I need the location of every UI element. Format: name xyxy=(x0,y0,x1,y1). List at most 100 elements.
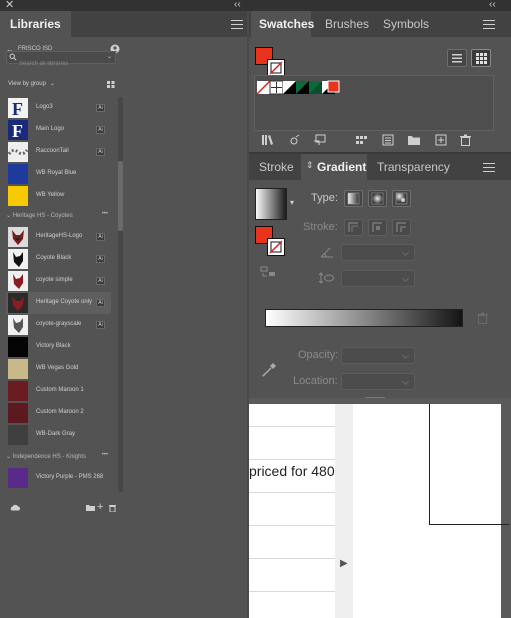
ai-badge: Ai xyxy=(96,233,105,241)
angle-icon xyxy=(320,246,334,258)
tab-stepper-icon: ⇕ xyxy=(306,160,314,170)
type-label: Type: xyxy=(311,192,338,204)
radial-gradient-button[interactable] xyxy=(368,190,387,207)
list-item[interactable]: coyote-grayscale Ai xyxy=(6,314,111,336)
stroke-label: Stroke: xyxy=(303,221,338,233)
stroke-gradient-across-button[interactable] xyxy=(392,219,411,236)
gradient-tab-bar: Stroke ⇕ Gradient Transparency xyxy=(249,154,511,180)
list-item[interactable]: F Logo3 Ai xyxy=(6,97,111,119)
angle-dropdown[interactable] xyxy=(341,244,415,261)
stroke-swatch[interactable] xyxy=(267,238,285,256)
stroke-gradient-within-button[interactable] xyxy=(344,219,363,236)
gradient-preset-chevron-icon[interactable]: ▾ xyxy=(290,198,294,207)
list-item[interactable]: Custom Maroon 1 xyxy=(6,380,111,402)
expand-arrow-icon[interactable]: ▶ xyxy=(340,558,348,569)
list-item[interactable]: WB Royal Blue xyxy=(6,163,111,185)
list-item-selected[interactable]: Heritage Coyote only Ai xyxy=(6,292,111,314)
frame-rectangle xyxy=(429,404,509,525)
group-header-independence[interactable]: ⌄ Independence HS - Knights ••• xyxy=(6,452,111,463)
collapse-left-panel-icon[interactable]: ‹‹ xyxy=(234,0,241,10)
list-item[interactable]: HeritageHS-Logo Ai xyxy=(6,226,111,248)
gradient-fill-stroke-indicator[interactable] xyxy=(255,226,287,256)
libraries-tab-bar: Libraries xyxy=(0,11,247,37)
view-by-chevron-icon: ⌄ xyxy=(50,81,56,87)
linear-gradient-button[interactable] xyxy=(344,190,363,207)
document-canvas[interactable]: priced for 480 ▶ xyxy=(249,398,511,618)
delete-stop-icon xyxy=(477,312,488,324)
list-item[interactable]: WB Yellow xyxy=(6,185,111,207)
artboard-left: priced for 480 xyxy=(249,404,335,618)
search-dropdown-chevron-icon[interactable]: ⌄ xyxy=(107,53,112,60)
view-by-group-control[interactable]: View by group ⌄ xyxy=(6,81,118,91)
list-item[interactable]: RaccoonTail Ai xyxy=(6,141,111,163)
delete-swatch-icon[interactable] xyxy=(460,134,471,146)
color-swatch xyxy=(8,468,28,488)
library-search-box[interactable]: ⌄ xyxy=(6,51,116,70)
swatches-menu-icon[interactable] xyxy=(483,20,495,29)
stroke-gradient-along-button[interactable] xyxy=(368,219,387,236)
list-item[interactable]: WB Vegas Gold xyxy=(6,358,111,380)
show-swatch-kinds-icon[interactable] xyxy=(289,134,301,146)
new-swatch-icon[interactable] xyxy=(435,134,447,146)
cloud-sync-icon[interactable] xyxy=(10,504,20,511)
new-group-folder-icon[interactable] xyxy=(86,504,95,511)
aspect-ratio-dropdown[interactable] xyxy=(341,270,415,287)
tab-transparency[interactable]: Transparency xyxy=(373,154,463,180)
new-folder-icon[interactable] xyxy=(407,134,421,146)
artboard-right xyxy=(353,404,509,618)
color-swatch xyxy=(8,164,28,184)
collapse-right-panel-icon[interactable]: ‹‹ xyxy=(489,0,496,10)
asset-label: Victory Purple - PMS 268 xyxy=(36,474,104,480)
f-logo-icon: F xyxy=(8,120,28,140)
add-asset-icon[interactable]: + xyxy=(97,501,103,513)
gradient-slider[interactable] xyxy=(265,309,463,327)
new-color-group-icon[interactable] xyxy=(355,134,369,146)
list-item[interactable]: Coyote Black Ai xyxy=(6,248,111,270)
group-more-icon[interactable]: ••• xyxy=(102,211,108,217)
asset-label: WB Vegas Gold xyxy=(36,365,79,371)
list-item[interactable]: F Main Logo Ai xyxy=(6,119,111,141)
tab-gradient[interactable]: ⇕ Gradient xyxy=(301,154,367,180)
list-item[interactable]: coyote simple Ai xyxy=(6,270,111,292)
location-dropdown[interactable] xyxy=(341,373,415,390)
asset-label: HeritageHS-Logo xyxy=(36,233,83,239)
libraries-menu-icon[interactable] xyxy=(231,20,243,29)
tab-symbols[interactable]: Symbols xyxy=(377,11,437,37)
coyote-black-icon xyxy=(8,249,28,269)
ai-badge: Ai xyxy=(96,255,105,263)
swatch-grid xyxy=(254,75,494,131)
freeform-gradient-button[interactable] xyxy=(392,190,411,207)
group-more-icon[interactable]: ••• xyxy=(102,452,108,458)
tab-swatches[interactable]: Swatches xyxy=(251,11,314,37)
asset-label: Heritage Coyote only xyxy=(36,299,93,305)
tab-libraries[interactable]: Libraries xyxy=(0,11,71,37)
library-scrollbar-thumb[interactable] xyxy=(118,161,123,231)
ai-badge: Ai xyxy=(96,299,105,307)
color-group-options-icon[interactable] xyxy=(382,134,394,146)
tab-stroke[interactable]: Stroke xyxy=(251,154,299,180)
close-icon[interactable]: ✕ xyxy=(5,0,14,11)
list-item[interactable]: Victory Black xyxy=(6,336,111,358)
opacity-dropdown[interactable] xyxy=(341,347,415,364)
group-header-heritage[interactable]: ⌄ Heritage HS - Coyotes ••• xyxy=(6,211,111,222)
swatch-libraries-menu-icon[interactable] xyxy=(261,134,275,146)
list-item[interactable]: Custom Maroon 2 xyxy=(6,402,111,424)
asset-label: coyote simple xyxy=(36,277,73,283)
library-scrollbar[interactable] xyxy=(118,97,123,492)
gradient-menu-icon[interactable] xyxy=(483,163,495,172)
swatch-options-icon[interactable] xyxy=(313,134,327,146)
group-chevron-icon: ⌄ xyxy=(6,454,12,460)
fill-stroke-indicator[interactable] xyxy=(255,47,285,77)
list-item[interactable]: Victory Purple - PMS 268 xyxy=(6,467,111,489)
grid-view-button[interactable] xyxy=(471,49,491,67)
eyedropper-icon[interactable] xyxy=(261,360,279,378)
gradient-preview-thumbnail[interactable] xyxy=(255,188,287,220)
trash-icon[interactable] xyxy=(109,504,116,512)
search-input[interactable] xyxy=(7,58,93,70)
list-view-button[interactable] xyxy=(447,49,467,67)
library-bottom-toolbar: + xyxy=(0,500,247,518)
grid-view-icon[interactable] xyxy=(107,81,115,88)
color-swatch xyxy=(8,425,28,445)
list-item[interactable]: WB-Dark Gray xyxy=(6,424,111,446)
tab-brushes[interactable]: Brushes xyxy=(319,11,373,37)
